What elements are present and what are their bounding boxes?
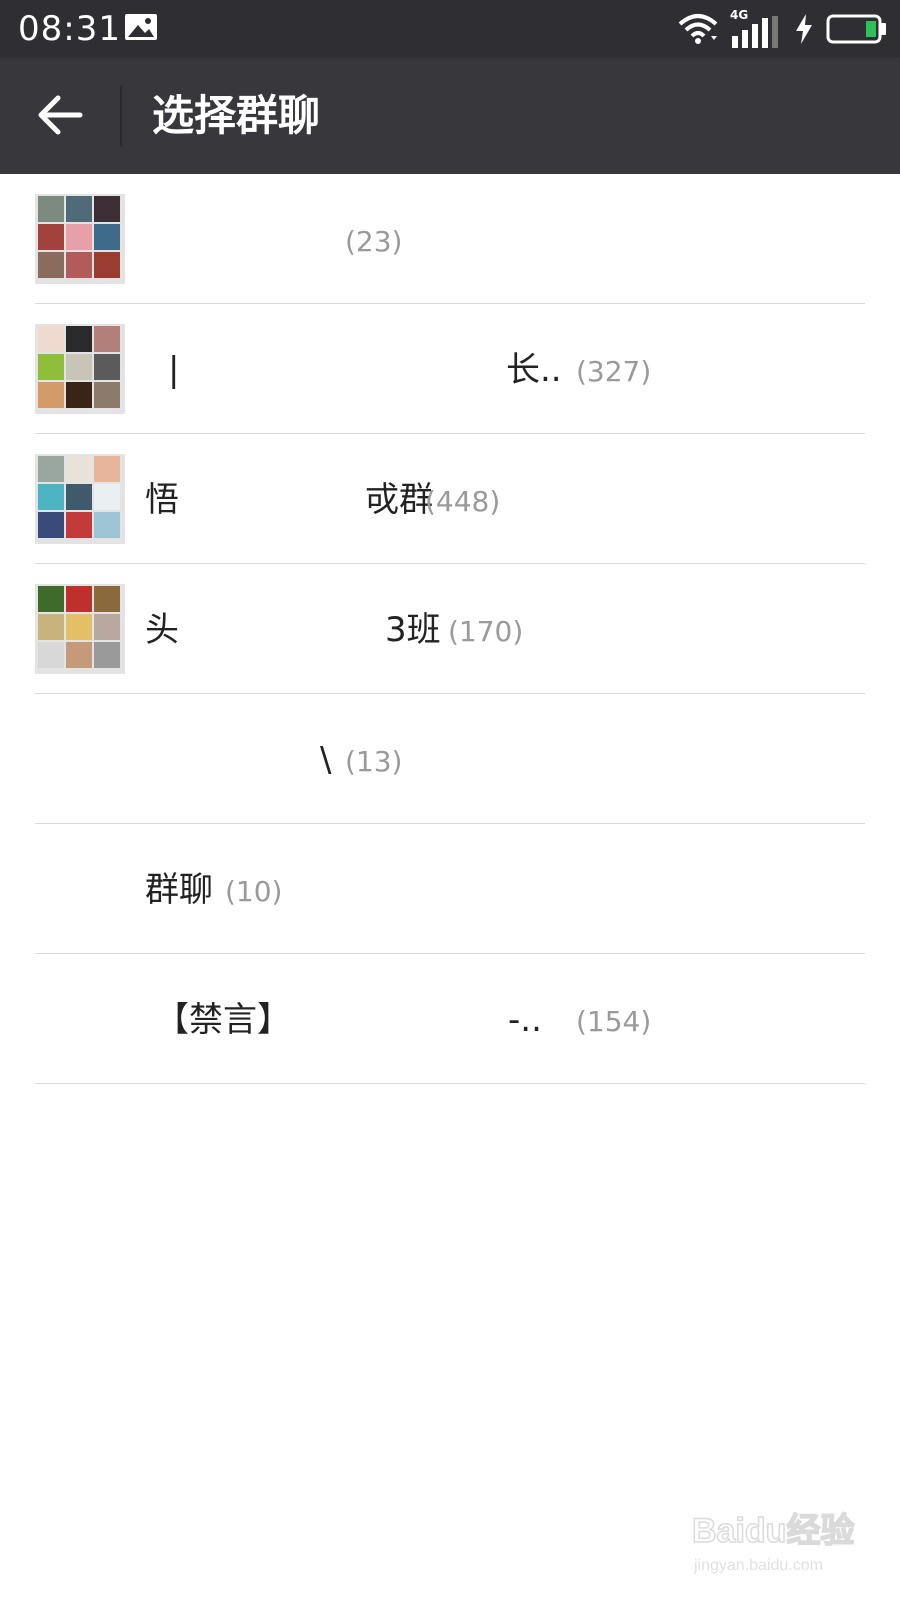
group-name-suffix: -.. <box>508 1000 542 1040</box>
group-row[interactable]: 群聊 (10) <box>0 824 900 954</box>
status-bar: 08:31 4G <box>0 0 900 58</box>
image-notification-icon <box>125 14 157 40</box>
app-bar: 选择群聊 <box>0 58 900 174</box>
app-bar-divider <box>120 86 122 146</box>
arrow-left-icon <box>38 95 83 135</box>
group-member-count: (448) <box>425 485 501 518</box>
group-name-suffix: 戓群 <box>365 480 433 520</box>
group-row[interactable]: 头 3班 (170) <box>0 564 900 694</box>
divider <box>35 1083 865 1084</box>
group-member-count: (13) <box>345 745 403 778</box>
group-name: 群聊 <box>145 870 213 910</box>
group-avatar <box>35 584 125 674</box>
group-member-count: (170) <box>448 615 524 648</box>
page-title: 选择群聊 <box>152 91 321 140</box>
group-row[interactable]: \ (13) <box>0 694 900 824</box>
back-button[interactable] <box>26 80 96 150</box>
charging-icon <box>796 14 812 44</box>
group-name-suffix: 3班 <box>385 610 441 650</box>
group-member-count: (327) <box>576 355 652 388</box>
watermark-url: jingyan.baidu.com <box>693 1557 823 1574</box>
wifi-icon <box>678 14 718 44</box>
signal-icon <box>732 16 778 48</box>
group-row[interactable]: 【禁言】 -.. (154) <box>0 954 900 1084</box>
group-name-suffix: \ <box>320 740 332 780</box>
baidu-jingyan-watermark: Baidu经验 jingyan.baidu.com <box>691 1510 855 1574</box>
battery-icon <box>826 14 886 44</box>
group-member-count: (154) <box>576 1005 652 1038</box>
group-row[interactable]: (23) <box>0 174 900 304</box>
group-avatar <box>35 454 125 544</box>
group-avatar <box>35 194 125 284</box>
group-name: 【禁言】 <box>155 1000 291 1040</box>
group-member-count: (23) <box>345 225 403 258</box>
group-row[interactable]: 悟 戓群 (448) <box>0 434 900 564</box>
group-name: | <box>168 350 180 390</box>
group-list: (23) | 长.. (327) 悟 戓群 (448) 头 3班 (170) \… <box>0 174 900 1084</box>
group-member-count: (10) <box>225 875 283 908</box>
group-row[interactable]: | 长.. (327) <box>0 304 900 434</box>
watermark-brand: Baidu经验 <box>692 1511 854 1550</box>
group-avatar <box>35 324 125 414</box>
group-name-suffix: 长.. <box>506 350 562 390</box>
group-name: 头 <box>145 610 179 650</box>
status-time: 08:31 <box>18 9 121 49</box>
group-name: 悟 <box>145 480 179 520</box>
